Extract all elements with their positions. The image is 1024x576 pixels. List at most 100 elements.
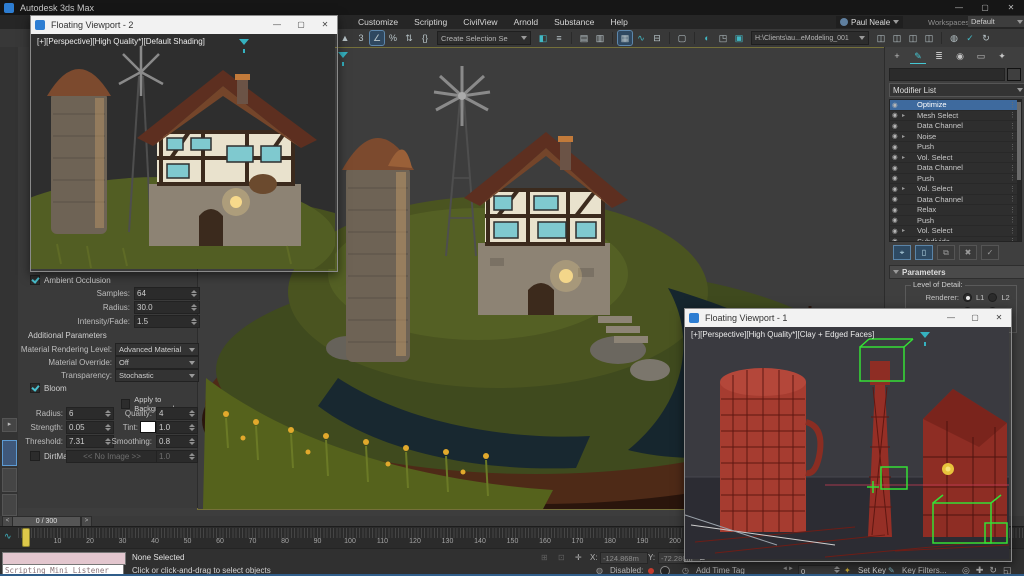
spinner-snap-icon[interactable]: ⇅ — [402, 31, 416, 45]
tab-display[interactable]: ▭ — [973, 50, 989, 63]
spinner-icon[interactable] — [105, 424, 111, 431]
remove-modifier-button[interactable]: ✖ — [959, 245, 977, 260]
tab-modify[interactable]: ✎ — [910, 50, 926, 64]
menu-help[interactable]: Help — [610, 17, 627, 27]
expand-arrow-icon[interactable]: ▸ — [902, 112, 907, 119]
state-set-record-icon[interactable]: ◫ — [874, 31, 888, 45]
ao-radius-field[interactable]: 30.0 — [134, 301, 200, 314]
visibility-eye-icon[interactable]: ◉ — [892, 132, 900, 140]
close-icon[interactable]: ✕ — [998, 0, 1024, 15]
menu-civilview[interactable]: CivilView — [463, 17, 497, 27]
dirtmap-image-button[interactable]: << No Image >> — [66, 450, 158, 463]
viewport-filter-icon[interactable] — [338, 52, 348, 58]
modifier-optimize[interactable]: ◉Optimize⋮ — [890, 100, 1021, 111]
material-editor-icon[interactable]: ◐ — [700, 31, 714, 45]
spinner-icon[interactable] — [189, 453, 195, 460]
pin-stack-button[interactable]: ⌖ — [893, 245, 911, 260]
project-path-dropdown[interactable]: H:\Clients\au...eModeling_001 — [751, 31, 869, 45]
ribbon-toggle-icon[interactable]: ▦ — [618, 31, 632, 45]
visibility-eye-icon[interactable]: ◉ — [892, 164, 900, 172]
close-icon[interactable]: ✕ — [313, 16, 337, 34]
material-override-dropdown[interactable]: Off — [115, 356, 199, 369]
absolute-mode-icon[interactable]: ✛ — [575, 553, 582, 562]
tab-hierarchy[interactable]: ≣ — [931, 50, 947, 63]
bloom-radius-field[interactable]: 6 — [66, 407, 114, 420]
arnold-render-icon[interactable]: ↻ — [979, 31, 993, 45]
modifier-push[interactable]: ◉Push⋮ — [890, 142, 1021, 153]
dirtmap-checkbox[interactable] — [30, 451, 40, 461]
modifier-mesh-select[interactable]: ◉▸Mesh Select⋮ — [890, 111, 1021, 122]
user-account-menu[interactable]: Paul Neale — [836, 16, 903, 28]
bloom-strength-field[interactable]: 0.05 — [66, 421, 114, 434]
object-color-swatch[interactable] — [1007, 68, 1021, 81]
selection-set-dropdown[interactable]: Create Selection Se — [437, 31, 531, 45]
floating-viewport-1-canvas[interactable]: [+][Perspective][High Quality*][Clay + E… — [685, 327, 1009, 559]
mirror-icon[interactable]: ◧ — [536, 31, 550, 45]
floating-viewport-1-titlebar[interactable]: Floating Viewport - 1 — ▢ ✕ — [685, 309, 1011, 327]
modifier-data-channel[interactable]: ◉Data Channel⋮ — [890, 121, 1021, 132]
transparency-dropdown[interactable]: Stochastic — [115, 369, 199, 382]
minimize-icon[interactable]: — — [946, 0, 972, 15]
modifier-vol-select[interactable]: ◉▸Vol. Select⋮ — [890, 184, 1021, 195]
select-region-icon[interactable]: ▢ — [675, 31, 689, 45]
spinner-icon[interactable] — [189, 438, 195, 445]
stack-scrollbar[interactable] — [1017, 100, 1021, 241]
show-end-result-button[interactable]: ▯ — [915, 245, 933, 260]
state-set-save-icon[interactable]: ◫ — [890, 31, 904, 45]
visibility-eye-icon[interactable]: ◉ — [892, 153, 900, 161]
intensity-fade-field[interactable]: 1.5 — [134, 315, 200, 328]
select-and-place-icon[interactable]: ▲ — [338, 31, 352, 45]
apply-to-background-checkbox[interactable] — [121, 399, 130, 409]
curve-toggle-icon[interactable]: ∿ — [4, 531, 12, 542]
layout-tab-3[interactable] — [2, 494, 17, 516]
menu-arnold[interactable]: Arnold — [514, 17, 539, 27]
viewport-filter-icon[interactable] — [920, 332, 930, 338]
align-icon[interactable]: ≡ — [552, 31, 566, 45]
close-icon[interactable]: ✕ — [987, 309, 1011, 327]
modifier-push[interactable]: ◉Push⋮ — [890, 174, 1021, 185]
viewport-shading-label[interactable]: [+][Perspective][High Quality*][Clay + E… — [691, 330, 874, 339]
make-unique-button[interactable]: ⧉ — [937, 245, 955, 260]
dirtmap-amount-field[interactable]: 1.0 — [156, 450, 198, 463]
x-coordinate-field[interactable]: -124.868m — [600, 552, 648, 564]
ambient-occlusion-checkbox[interactable] — [30, 275, 40, 285]
bloom-checkbox[interactable] — [30, 383, 40, 393]
material-rendering-level-dropdown[interactable]: Advanced Material — [115, 343, 199, 356]
object-name-field[interactable] — [889, 68, 1005, 81]
floating-viewport-2-canvas[interactable]: [+][Perspective][High Quality*][Default … — [31, 34, 335, 269]
floating-viewport-1[interactable]: Floating Viewport - 1 — ▢ ✕ — [684, 308, 1012, 562]
configure-modifier-sets-button[interactable]: ✓ — [981, 245, 999, 260]
spinner-icon[interactable] — [105, 410, 111, 417]
visibility-eye-icon[interactable]: ◉ — [892, 206, 900, 214]
maximize-icon[interactable]: ▢ — [963, 309, 987, 327]
visibility-eye-icon[interactable]: ◉ — [892, 111, 900, 119]
layout-tab-active[interactable] — [2, 440, 17, 466]
named-selection-sets-icon[interactable]: {} — [418, 31, 432, 45]
modifier-vol-select[interactable]: ◉▸Vol. Select⋮ — [890, 226, 1021, 237]
expand-arrow-icon[interactable]: ▸ — [902, 185, 907, 192]
expand-arrow-icon[interactable]: ▸ — [902, 227, 907, 234]
render-setup-icon[interactable]: ◳ — [716, 31, 730, 45]
bloom-tint-field[interactable]: 1.0 — [156, 421, 198, 434]
modifier-list-dropdown[interactable]: Modifier List — [889, 83, 1024, 97]
spinner-icon[interactable] — [191, 318, 197, 325]
maximize-icon[interactable]: ▢ — [972, 0, 998, 15]
visibility-eye-icon[interactable]: ◉ — [892, 185, 900, 193]
visibility-eye-icon[interactable]: ◉ — [892, 195, 900, 203]
state-set-paste-icon[interactable]: ◫ — [922, 31, 936, 45]
spinner-icon[interactable] — [189, 424, 195, 431]
scene-explorer-icon[interactable]: ▤ — [577, 31, 591, 45]
menu-scripting[interactable]: Scripting — [414, 17, 447, 27]
frame-step-icons[interactable]: ◄► — [782, 566, 794, 572]
visibility-eye-icon[interactable]: ◉ — [892, 122, 900, 130]
tab-utilities[interactable]: ✦ — [994, 50, 1010, 63]
minimize-icon[interactable]: — — [939, 309, 963, 327]
modifier-data-channel[interactable]: ◉Data Channel⋮ — [890, 195, 1021, 206]
renderer-l2-radio[interactable] — [988, 293, 997, 302]
rendered-frame-icon[interactable]: ▣ — [732, 31, 746, 45]
samples-field[interactable]: 64 — [134, 287, 200, 300]
bloom-quality-field[interactable]: 4 — [156, 407, 198, 420]
isolate-icon[interactable]: ⊡ — [558, 553, 565, 562]
tint-color-swatch[interactable] — [140, 421, 156, 433]
visibility-eye-icon[interactable]: ◉ — [892, 227, 900, 235]
